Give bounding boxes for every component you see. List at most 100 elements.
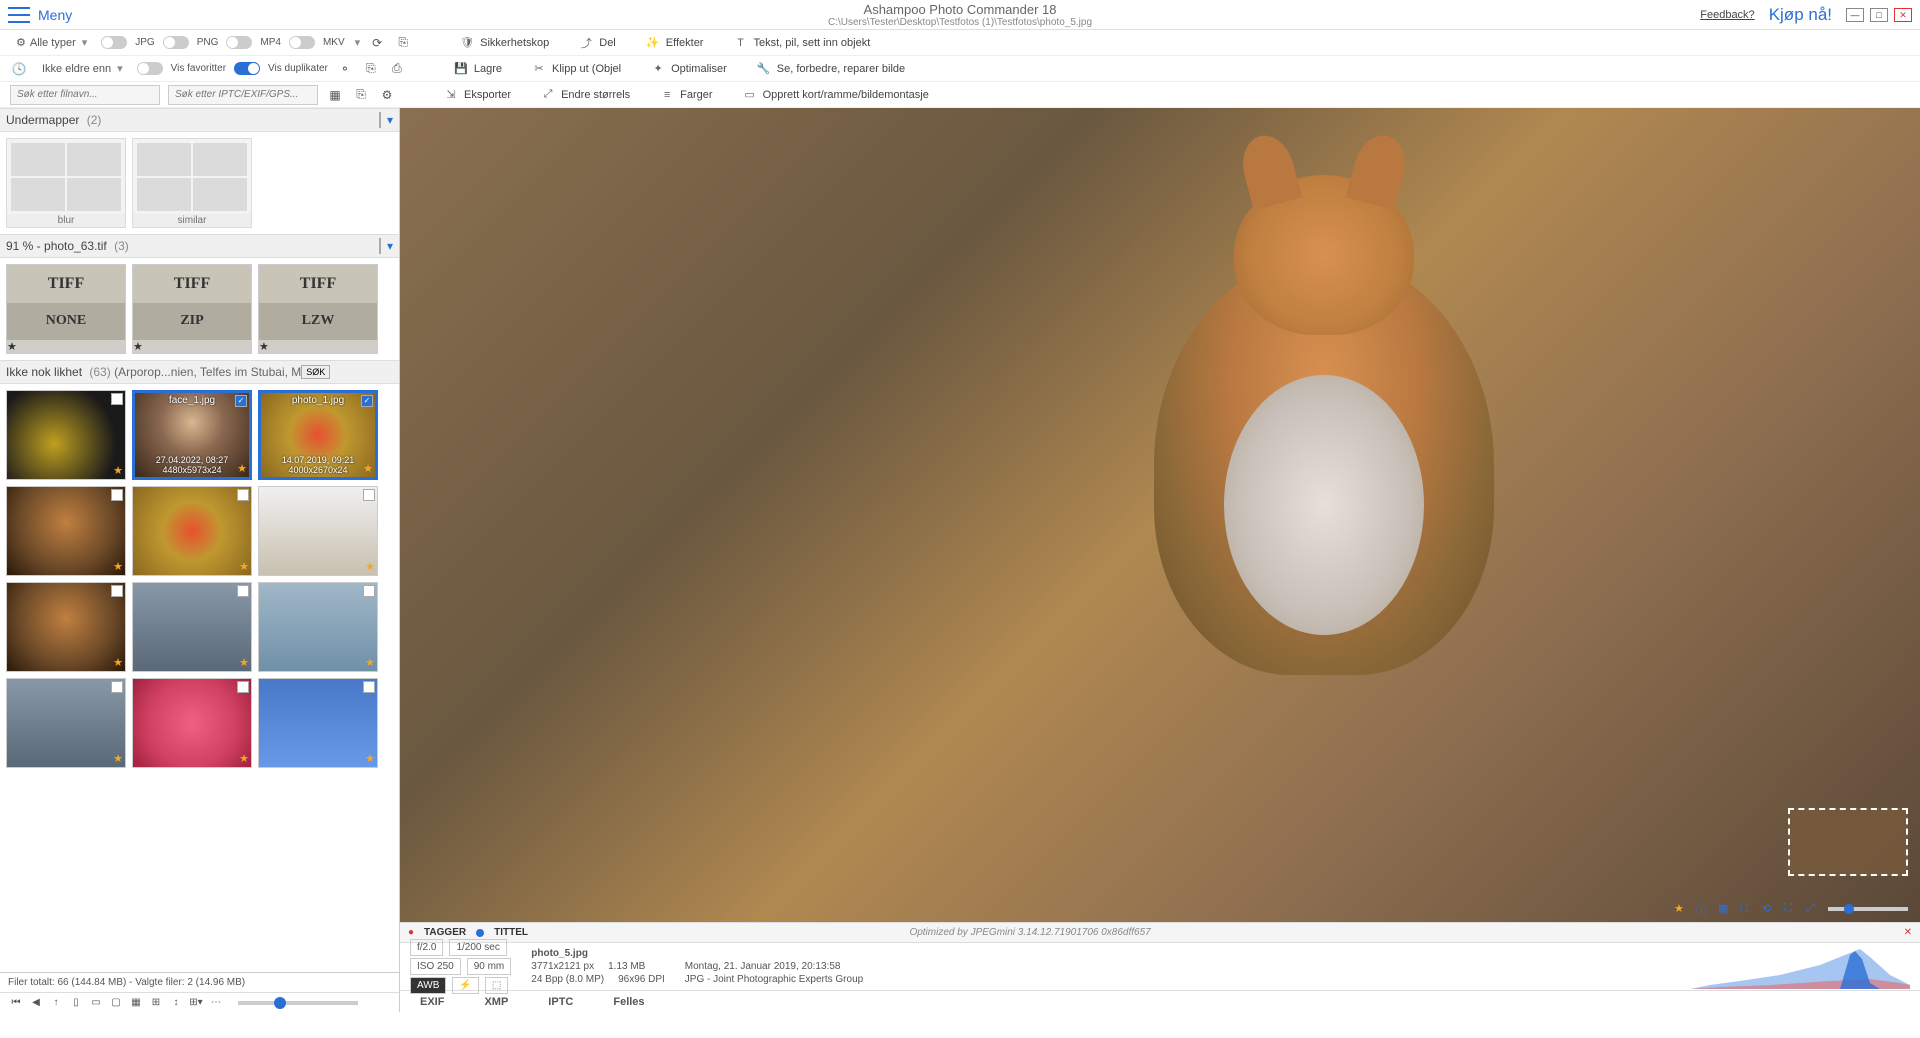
minimize-button[interactable]: — <box>1846 8 1864 22</box>
aperture-value: f/2.0 <box>410 939 443 956</box>
filter-icon-1[interactable]: ▦ <box>326 86 344 104</box>
tittel-label[interactable]: TITTEL <box>494 927 528 938</box>
resize-icon: ⤢ <box>541 88 555 102</box>
png-label: PNG <box>197 37 219 48</box>
effects-button[interactable]: ✨Effekter <box>646 35 704 51</box>
export-button[interactable]: ⇲Eksporter <box>444 87 511 103</box>
thumb-fox2[interactable]: ★ <box>6 486 126 576</box>
mp4-label: MP4 <box>260 37 281 48</box>
rotate-icon[interactable]: ⟲ <box>1762 902 1776 916</box>
view4-icon[interactable]: ▦ <box>128 995 144 1011</box>
group1-header[interactable]: 91 % - photo_63.tif (3) ▾ <box>0 234 399 258</box>
age-filter[interactable]: Ikke eldre enn <box>36 60 129 77</box>
copy-icon[interactable]: ⎘ <box>362 60 380 78</box>
tree-icon[interactable]: ⊞ <box>148 995 164 1011</box>
prev-icon[interactable]: ◀ <box>28 995 44 1011</box>
thumb-flower[interactable]: ★ <box>132 678 252 768</box>
tab-iptc[interactable]: IPTC <box>548 996 573 1008</box>
tiff-none-thumb[interactable]: TIFFNONE★ <box>6 264 126 354</box>
grid-view-icon[interactable]: ▦ <box>1718 902 1732 916</box>
more-icon[interactable]: ⋯ <box>208 995 224 1011</box>
thumb-photo1[interactable]: photo_1.jpg 14.07.2019, 09:214000x2670x2… <box>258 390 378 480</box>
export-icon[interactable]: ⎘ <box>394 34 412 52</box>
buy-now-link[interactable]: Kjøp nå! <box>1769 5 1832 25</box>
zoom-slider[interactable] <box>1828 907 1908 911</box>
group1-checkbox[interactable] <box>379 238 381 254</box>
close-button[interactable]: ✕ <box>1894 8 1912 22</box>
up-icon[interactable]: ↑ <box>48 995 64 1011</box>
optimize-button[interactable]: ✦Optimaliser <box>651 61 727 77</box>
filter-icon-3[interactable]: ⚙ <box>378 86 396 104</box>
tiff-zip-thumb[interactable]: TIFFZIP★ <box>132 264 252 354</box>
print-icon[interactable]: ⎙ <box>388 60 406 78</box>
mkv-toggle[interactable] <box>289 36 315 49</box>
text-insert-button[interactable]: TTekst, pil, sett inn objekt <box>733 35 870 51</box>
thumb-water[interactable]: ★ <box>132 582 252 672</box>
view2-icon[interactable]: ▭ <box>88 995 104 1011</box>
folder-similar[interactable]: similar <box>132 138 252 228</box>
tagger-label[interactable]: TAGGER <box>424 927 466 938</box>
grid-icon[interactable]: ⊞▾ <box>188 995 204 1011</box>
sort-icon[interactable]: ↕ <box>168 995 184 1011</box>
jpg-label: JPG <box>135 37 154 48</box>
expand-icon[interactable]: ⤢ <box>1806 902 1820 916</box>
format-more[interactable] <box>353 36 361 49</box>
focus-icon: ⬚ <box>485 977 508 994</box>
file-count-text: Filer totalt: 66 (144.84 MB) - Valgte fi… <box>8 977 245 988</box>
save-button[interactable]: 💾Lagre <box>454 61 502 77</box>
tab-exif[interactable]: EXIF <box>420 996 444 1008</box>
feedback-link[interactable]: Feedback? <box>1700 9 1754 21</box>
mp4-toggle[interactable] <box>226 36 252 49</box>
create-card-button[interactable]: ▭Opprett kort/ramme/bildemontasje <box>743 87 929 103</box>
duplicates-toggle[interactable] <box>234 62 260 75</box>
group2-header[interactable]: Ikke nok likhet (63) (Arporop...nien, Te… <box>0 360 399 384</box>
refresh-icon[interactable]: ⟳ <box>368 34 386 52</box>
subfolders-header[interactable]: Undermapper (2) ▾ <box>0 108 399 132</box>
view3-icon[interactable]: ▢ <box>108 995 124 1011</box>
meta-search-input[interactable] <box>168 85 318 105</box>
crop-button[interactable]: ✂Klipp ut (Objel <box>532 61 621 77</box>
favorites-toggle[interactable] <box>137 62 163 75</box>
hamburger-menu-icon[interactable] <box>8 7 30 23</box>
menu-button[interactable]: Meny <box>38 7 72 23</box>
resize-button[interactable]: ⤢Endre størrels <box>541 87 630 103</box>
backup-button[interactable]: 🛡Sikkerhetskop <box>460 35 549 51</box>
repair-button[interactable]: 🔧Se, forbedre, reparer bilde <box>757 61 905 77</box>
filename-search-input[interactable] <box>10 85 160 105</box>
folder-blur[interactable]: blur <box>6 138 126 228</box>
thumb-face1[interactable]: face_1.jpg 27.04.2022, 08:274480x5973x24… <box>132 390 252 480</box>
thumb-size-slider[interactable] <box>238 1001 358 1005</box>
thumb-eagle[interactable]: ★ <box>258 582 378 672</box>
share-button[interactable]: ⤴Del <box>579 35 616 51</box>
tab-felles[interactable]: Felles <box>613 996 644 1008</box>
png-toggle[interactable] <box>163 36 189 49</box>
fullscreen-icon[interactable]: ⛶ <box>1784 902 1798 916</box>
image-viewer[interactable]: ★ ⓘ ▦ ⛶ ⟲ ⛶ ⤢ <box>400 108 1920 922</box>
first-icon[interactable]: ⏮ <box>8 995 24 1011</box>
colors-button[interactable]: ≡Farger <box>660 87 712 103</box>
close-tag-icon[interactable]: ✕ <box>1904 927 1912 938</box>
tab-xmp[interactable]: XMP <box>484 996 508 1008</box>
left-status-bar: Filer totalt: 66 (144.84 MB) - Valgte fi… <box>0 972 399 992</box>
type-filter[interactable]: Alle typer <box>10 34 93 51</box>
thumb-cat[interactable]: ★ <box>258 486 378 576</box>
info-icon[interactable]: ⓘ <box>1696 902 1710 916</box>
thumb-plant[interactable]: ★ <box>6 390 126 480</box>
fit-icon[interactable]: ⛶ <box>1740 902 1754 916</box>
section-checkbox[interactable] <box>379 112 381 128</box>
tiff-lzw-thumb[interactable]: TIFFLZW★ <box>258 264 378 354</box>
thumb-ladybug[interactable]: ★ <box>132 486 252 576</box>
bpp-text: 24 Bpp (8.0 MP) <box>531 974 604 985</box>
search-button[interactable]: SØK <box>301 365 330 379</box>
thumb-fox3[interactable]: ★ <box>6 582 126 672</box>
jpg-toggle[interactable] <box>101 36 127 49</box>
link-icon[interactable]: ⚬ <box>336 60 354 78</box>
thumb-sky[interactable]: ★ <box>258 678 378 768</box>
navigator-preview[interactable] <box>1788 808 1908 876</box>
clock-icon: 🕓 <box>10 60 28 78</box>
maximize-button[interactable]: □ <box>1870 8 1888 22</box>
view1-icon[interactable]: ▯ <box>68 995 84 1011</box>
star-icon[interactable]: ★ <box>1674 902 1688 916</box>
thumb-bird[interactable]: ★ <box>6 678 126 768</box>
filter-icon-2[interactable]: ⎘ <box>352 86 370 104</box>
